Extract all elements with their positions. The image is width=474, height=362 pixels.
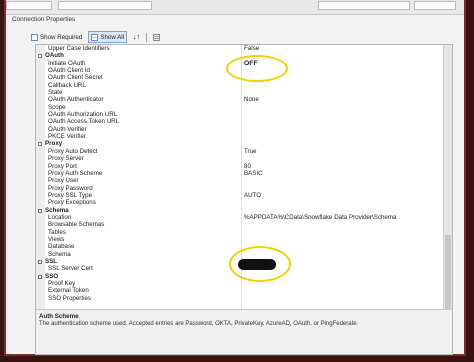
property-name: Proxy Auto Detect [48, 147, 98, 155]
top-field-1[interactable] [6, 1, 52, 10]
property-name: Proof Key [48, 280, 76, 287]
property-name: Proxy Server [48, 155, 84, 163]
property-name: Proxy Password [48, 184, 93, 192]
property-name: Proxy User [48, 177, 79, 185]
collapse-toggle-icon[interactable] [38, 142, 42, 147]
property-name: Proxy Exceptions [48, 199, 96, 207]
property-name: OAuth Verifier [48, 125, 87, 133]
property-name: State [48, 89, 63, 97]
show-required-label: Show Required [40, 33, 83, 41]
property-row[interactable]: Proxy Auto Detect True [36, 148, 444, 155]
sort-alpha-button[interactable]: ↓↑ [130, 31, 143, 43]
description-title: Auth Scheme [39, 313, 79, 320]
list-icon [31, 33, 38, 41]
property-pages-button[interactable] [150, 31, 163, 43]
description-text: The authentication scheme used. Accepted… [39, 321, 359, 327]
property-row[interactable]: Callback URL [36, 82, 444, 89]
property-grid[interactable]: Upper Case Identifiers False OAuth Initiate… [35, 44, 453, 355]
property-row[interactable]: External Token [36, 287, 444, 294]
property-name: SSL Server Cert [48, 265, 93, 273]
property-name: Tables [48, 228, 66, 236]
property-pages-icon [153, 33, 161, 41]
property-name: Browsable Schemas [48, 221, 105, 229]
collapse-toggle-icon[interactable] [38, 208, 42, 213]
property-name: Schema [48, 250, 71, 258]
property-name: Proxy Port [48, 162, 77, 170]
property-name: OAuth Authorization URL [48, 111, 118, 119]
property-row[interactable]: PKCE Verifier [36, 133, 444, 140]
top-field-3[interactable] [318, 1, 410, 10]
top-bar [6, 0, 464, 15]
property-row[interactable]: Proxy User [36, 177, 444, 184]
highlight-ring-initiate-oauth [226, 55, 288, 82]
property-row[interactable]: Proxy Password [36, 185, 444, 192]
show-required-button[interactable]: Show Required [28, 31, 85, 43]
property-name: Location [48, 213, 72, 221]
property-row[interactable]: Proxy Auth Scheme BASIC [36, 170, 444, 177]
vertical-scrollbar[interactable] [443, 45, 452, 327]
show-all-button[interactable]: Show All [88, 31, 128, 43]
connection-properties-window: Connection Properties Show Required Show… [4, 0, 466, 356]
property-row[interactable]: Tables [36, 229, 444, 236]
collapse-toggle-icon[interactable] [38, 259, 42, 264]
property-row[interactable]: OAuth Authenticator None [36, 96, 444, 103]
property-name: PKCE Verifier [48, 133, 86, 141]
category-label: SSO [45, 272, 59, 280]
property-name: OAuth Authenticator [48, 96, 104, 104]
category-label: Proxy [45, 140, 63, 148]
sort-az-icon: ↓↑ [133, 33, 141, 41]
category-row[interactable]: Proxy [36, 140, 444, 147]
property-name: Initiate OAuth [48, 59, 86, 67]
collapse-toggle-icon[interactable] [38, 274, 42, 279]
property-value[interactable]: False [244, 45, 259, 52]
category-label: OAuth [45, 52, 64, 60]
property-row[interactable]: Views [36, 236, 444, 243]
show-all-label: Show All [100, 33, 125, 41]
property-name: External Token [48, 287, 89, 295]
property-row[interactable]: Location %APPDATA%\CData\Snowflake Data P… [36, 214, 444, 221]
section-title: Connection Properties [12, 16, 76, 23]
property-row[interactable]: OAuth Verifier [36, 126, 444, 133]
property-value[interactable]: 80 [244, 163, 251, 170]
property-row[interactable]: Proxy SSL Type AUTO [36, 192, 444, 199]
property-name: Callback URL [48, 81, 86, 89]
toolbar-separator [146, 32, 148, 42]
property-row[interactable]: Scope [36, 104, 444, 111]
property-name: Proxy SSL Type [48, 191, 93, 199]
top-field-4[interactable] [414, 1, 456, 10]
property-name: OAuth Client Id [48, 67, 90, 75]
property-value[interactable]: None [244, 96, 259, 103]
collapse-toggle-icon[interactable] [38, 54, 42, 59]
property-name: Proxy Auth Scheme [48, 169, 103, 177]
property-name: OAuth Access Token URL [48, 118, 120, 126]
category-label: SSL [45, 257, 58, 265]
grid-icon [91, 33, 99, 41]
property-value[interactable]: %APPDATA%\CData\Snowflake Data Provider\… [244, 214, 396, 221]
property-name: Views [48, 235, 65, 243]
property-toolbar: Show Required Show All ↓↑ [28, 31, 163, 43]
property-row[interactable]: SSO Properties [36, 295, 444, 302]
property-row[interactable]: OAuth Authorization URL [36, 111, 444, 118]
property-row[interactable]: Proof Key [36, 280, 444, 287]
property-row[interactable]: Proxy Port 80 [36, 163, 444, 170]
property-row[interactable]: State [36, 89, 444, 96]
property-row[interactable]: Proxy Exceptions [36, 199, 444, 206]
property-name: OAuth Client Secret [48, 74, 103, 82]
property-row[interactable]: Browsable Schemas [36, 221, 444, 228]
property-row[interactable]: Proxy Server [36, 155, 444, 162]
property-value[interactable]: True [244, 148, 257, 155]
property-value[interactable]: AUTO [244, 192, 261, 199]
top-field-2[interactable] [58, 1, 152, 10]
category-label: Schema [45, 206, 69, 214]
category-row[interactable]: Schema [36, 207, 444, 214]
property-row[interactable]: Upper Case Identifiers False [36, 45, 444, 52]
property-name: Scope [48, 103, 66, 111]
property-name: Upper Case Identifiers [48, 45, 110, 52]
property-value[interactable]: BASIC [244, 170, 263, 177]
property-name: SSO Properties [48, 294, 91, 302]
redacted-value [238, 259, 276, 270]
property-row[interactable]: OAuth Access Token URL [36, 118, 444, 125]
description-panel: Auth Scheme The authentication scheme us… [36, 309, 452, 354]
property-name: Database [48, 243, 75, 251]
